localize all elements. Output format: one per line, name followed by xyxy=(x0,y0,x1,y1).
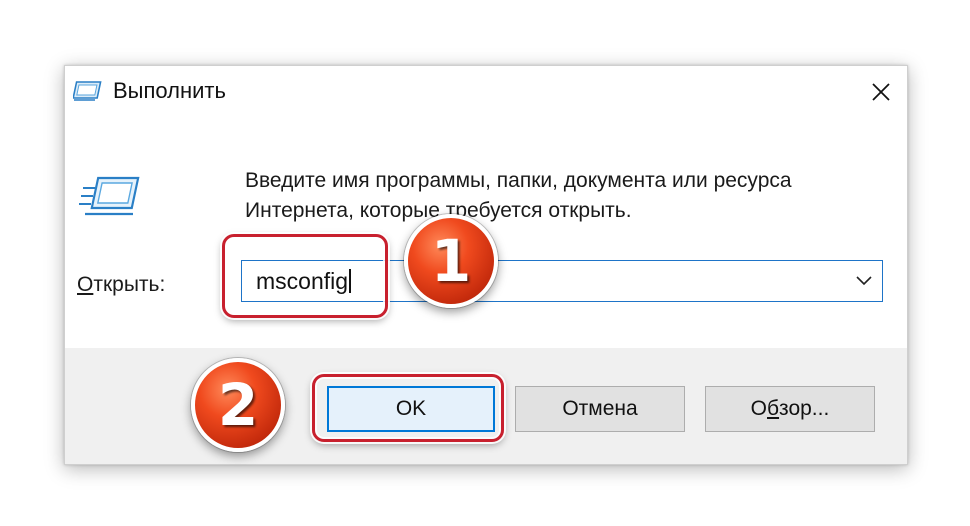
run-dialog-icon xyxy=(73,81,102,101)
run-program-icon xyxy=(79,176,140,216)
close-button[interactable] xyxy=(861,72,901,112)
combobox-dropdown-button[interactable] xyxy=(854,271,874,291)
browse-label-prefix: О xyxy=(750,397,768,420)
chevron-down-icon xyxy=(856,276,872,286)
close-icon xyxy=(872,83,890,101)
browse-label-accelerator: б xyxy=(767,397,780,420)
browse-label-rest: зор... xyxy=(779,397,830,420)
text-caret xyxy=(349,269,351,293)
cancel-button[interactable]: Отмена xyxy=(515,386,685,432)
open-label: Открыть: xyxy=(77,273,165,297)
step-1-badge: 1 xyxy=(404,214,498,308)
ok-button[interactable]: OK xyxy=(327,386,495,432)
screenshot-stage: Выполнить Введите имя программы, папки, … xyxy=(0,0,970,526)
open-input[interactable]: msconfig xyxy=(256,269,351,293)
open-label-accelerator: О xyxy=(77,273,94,296)
open-combobox[interactable]: msconfig xyxy=(241,260,883,302)
browse-button[interactable]: Об зор... xyxy=(705,386,875,432)
open-label-text: ткрыть: xyxy=(93,273,166,296)
window-title: Выполнить xyxy=(113,78,226,103)
open-input-value: msconfig xyxy=(256,268,349,294)
title-bar: Выполнить xyxy=(65,66,907,120)
step-2-badge: 2 xyxy=(191,358,285,452)
dialog-description: Введите имя программы, папки, документа … xyxy=(245,169,792,222)
